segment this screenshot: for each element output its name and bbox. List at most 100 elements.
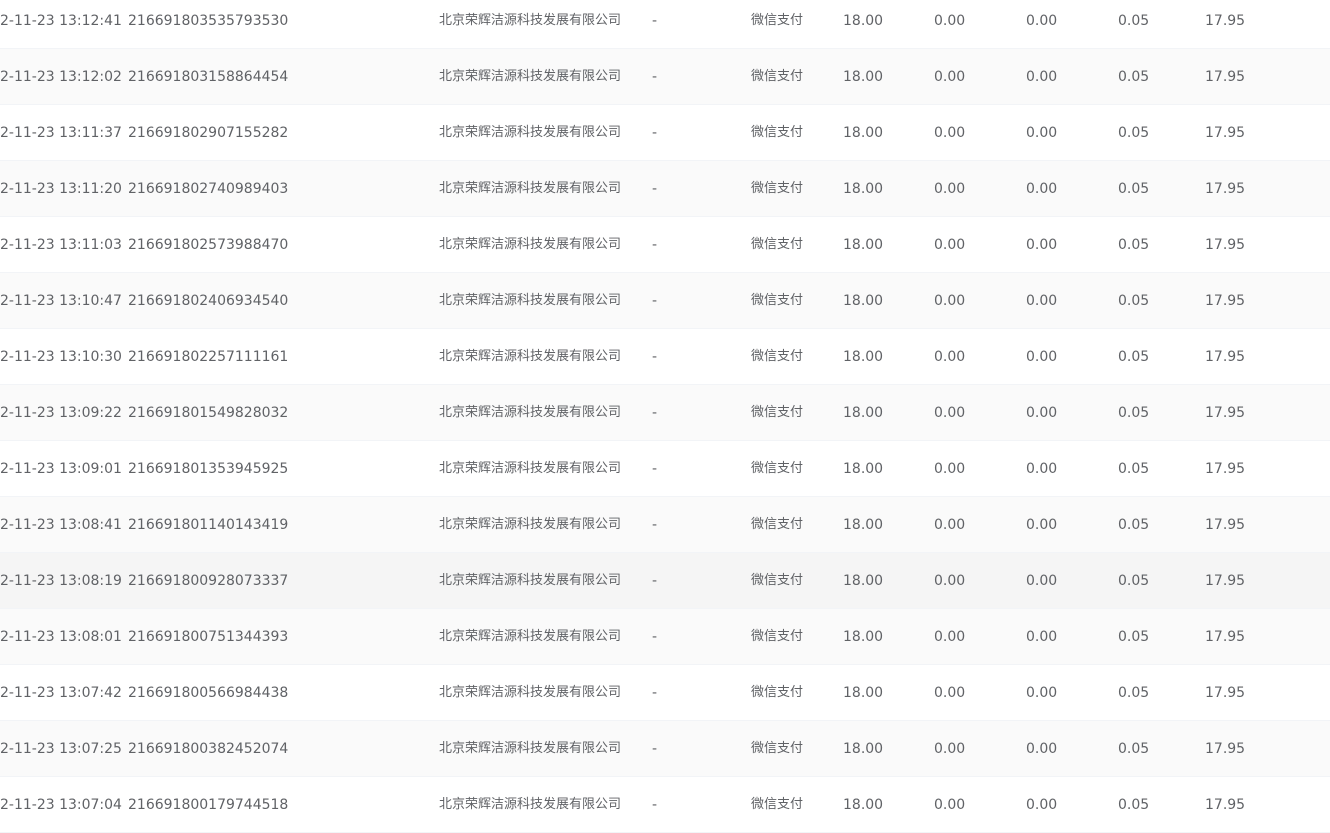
table-row[interactable]: 2-11-23 13:11:37 216691802907155282 北京荣辉… — [0, 105, 1330, 161]
cell-remark: - — [652, 629, 658, 645]
cell-fee: 0.05 — [1118, 13, 1150, 29]
cell-refund: 0.00 — [1026, 349, 1058, 365]
cell-net-amount: 17.95 — [1205, 13, 1246, 29]
cell-remark: - — [652, 237, 658, 253]
cell-remark: - — [652, 573, 658, 589]
cell-amount: 18.00 — [843, 293, 884, 309]
table-row[interactable]: 2-11-23 13:09:22 216691801549828032 北京荣辉… — [0, 385, 1330, 441]
transactions-table: 2-11-23 13:12:41 216691803535793530 北京荣辉… — [0, 0, 1330, 833]
cell-merchant: 北京荣辉洁源科技发展有限公司 — [439, 629, 622, 644]
cell-amount: 18.00 — [843, 237, 884, 253]
cell-merchant: 北京荣辉洁源科技发展有限公司 — [439, 13, 622, 28]
cell-remark: - — [652, 349, 658, 365]
table-row[interactable]: 2-11-23 13:09:01 216691801353945925 北京荣辉… — [0, 441, 1330, 497]
cell-payment-method: 微信支付 — [751, 517, 804, 532]
cell-order-number: 216691800928073337 — [128, 573, 289, 589]
cell-amount: 18.00 — [843, 741, 884, 757]
cell-refund: 0.00 — [1026, 797, 1058, 813]
table-row[interactable]: 2-11-23 13:10:47 216691802406934540 北京荣辉… — [0, 273, 1330, 329]
cell-time: 2-11-23 13:11:03 — [0, 237, 122, 253]
cell-time: 2-11-23 13:08:19 — [0, 573, 122, 589]
cell-discount: 0.00 — [934, 797, 966, 813]
cell-discount: 0.00 — [934, 69, 966, 85]
cell-net-amount: 17.95 — [1205, 349, 1246, 365]
cell-order-number: 216691802406934540 — [128, 293, 289, 309]
cell-order-number: 216691802740989403 — [128, 181, 289, 197]
cell-order-number: 216691803158864454 — [128, 69, 289, 85]
cell-net-amount: 17.95 — [1205, 461, 1246, 477]
cell-merchant: 北京荣辉洁源科技发展有限公司 — [439, 181, 622, 196]
cell-amount: 18.00 — [843, 181, 884, 197]
cell-amount: 18.00 — [843, 405, 884, 421]
table-row[interactable]: 2-11-23 13:12:41 216691803535793530 北京荣辉… — [0, 0, 1330, 49]
cell-order-number: 216691802257111161 — [128, 349, 289, 365]
cell-discount: 0.00 — [934, 461, 966, 477]
cell-net-amount: 17.95 — [1205, 517, 1246, 533]
cell-remark: - — [652, 461, 658, 477]
cell-merchant: 北京荣辉洁源科技发展有限公司 — [439, 685, 622, 700]
cell-order-number: 216691801353945925 — [128, 461, 289, 477]
cell-amount: 18.00 — [843, 125, 884, 141]
cell-fee: 0.05 — [1118, 685, 1150, 701]
cell-amount: 18.00 — [843, 797, 884, 813]
cell-payment-method: 微信支付 — [751, 293, 804, 308]
cell-net-amount: 17.95 — [1205, 181, 1246, 197]
cell-net-amount: 17.95 — [1205, 69, 1246, 85]
table-row[interactable]: 2-11-23 13:07:04 216691800179744518 北京荣辉… — [0, 777, 1330, 833]
cell-discount: 0.00 — [934, 405, 966, 421]
cell-amount: 18.00 — [843, 517, 884, 533]
cell-remark: - — [652, 181, 658, 197]
cell-fee: 0.05 — [1118, 573, 1150, 589]
cell-net-amount: 17.95 — [1205, 573, 1246, 589]
table-row[interactable]: 2-11-23 13:08:19 216691800928073337 北京荣辉… — [0, 553, 1330, 609]
table-row[interactable]: 2-11-23 13:07:25 216691800382452074 北京荣辉… — [0, 721, 1330, 777]
cell-amount: 18.00 — [843, 349, 884, 365]
cell-time: 2-11-23 13:08:01 — [0, 629, 122, 645]
cell-remark: - — [652, 517, 658, 533]
cell-fee: 0.05 — [1118, 797, 1150, 813]
cell-remark: - — [652, 125, 658, 141]
cell-time: 2-11-23 13:08:41 — [0, 517, 122, 533]
cell-time: 2-11-23 13:07:04 — [0, 797, 122, 813]
cell-net-amount: 17.95 — [1205, 293, 1246, 309]
cell-refund: 0.00 — [1026, 125, 1058, 141]
cell-discount: 0.00 — [934, 237, 966, 253]
cell-merchant: 北京荣辉洁源科技发展有限公司 — [439, 405, 622, 420]
cell-net-amount: 17.95 — [1205, 685, 1246, 701]
cell-refund: 0.00 — [1026, 461, 1058, 477]
cell-merchant: 北京荣辉洁源科技发展有限公司 — [439, 237, 622, 252]
cell-payment-method: 微信支付 — [751, 573, 804, 588]
cell-fee: 0.05 — [1118, 629, 1150, 645]
table-row[interactable]: 2-11-23 13:08:41 216691801140143419 北京荣辉… — [0, 497, 1330, 553]
cell-payment-method: 微信支付 — [751, 181, 804, 196]
cell-discount: 0.00 — [934, 349, 966, 365]
cell-fee: 0.05 — [1118, 237, 1150, 253]
cell-payment-method: 微信支付 — [751, 13, 804, 28]
cell-net-amount: 17.95 — [1205, 629, 1246, 645]
cell-refund: 0.00 — [1026, 517, 1058, 533]
cell-amount: 18.00 — [843, 685, 884, 701]
cell-amount: 18.00 — [843, 69, 884, 85]
cell-order-number: 216691800566984438 — [128, 685, 289, 701]
table-row[interactable]: 2-11-23 13:11:03 216691802573988470 北京荣辉… — [0, 217, 1330, 273]
cell-refund: 0.00 — [1026, 741, 1058, 757]
cell-payment-method: 微信支付 — [751, 461, 804, 476]
cell-order-number: 216691800751344393 — [128, 629, 289, 645]
cell-payment-method: 微信支付 — [751, 349, 804, 364]
table-row[interactable]: 2-11-23 13:12:02 216691803158864454 北京荣辉… — [0, 49, 1330, 105]
cell-net-amount: 17.95 — [1205, 405, 1246, 421]
cell-order-number: 216691803535793530 — [128, 13, 289, 29]
table-row[interactable]: 2-11-23 13:07:42 216691800566984438 北京荣辉… — [0, 665, 1330, 721]
cell-payment-method: 微信支付 — [751, 405, 804, 420]
cell-time: 2-11-23 13:07:25 — [0, 741, 122, 757]
cell-order-number: 216691800179744518 — [128, 797, 289, 813]
cell-merchant: 北京荣辉洁源科技发展有限公司 — [439, 517, 622, 532]
cell-refund: 0.00 — [1026, 573, 1058, 589]
table-row[interactable]: 2-11-23 13:08:01 216691800751344393 北京荣辉… — [0, 609, 1330, 665]
cell-net-amount: 17.95 — [1205, 797, 1246, 813]
cell-time: 2-11-23 13:09:01 — [0, 461, 122, 477]
table-row[interactable]: 2-11-23 13:10:30 216691802257111161 北京荣辉… — [0, 329, 1330, 385]
cell-refund: 0.00 — [1026, 685, 1058, 701]
cell-net-amount: 17.95 — [1205, 741, 1246, 757]
table-row[interactable]: 2-11-23 13:11:20 216691802740989403 北京荣辉… — [0, 161, 1330, 217]
